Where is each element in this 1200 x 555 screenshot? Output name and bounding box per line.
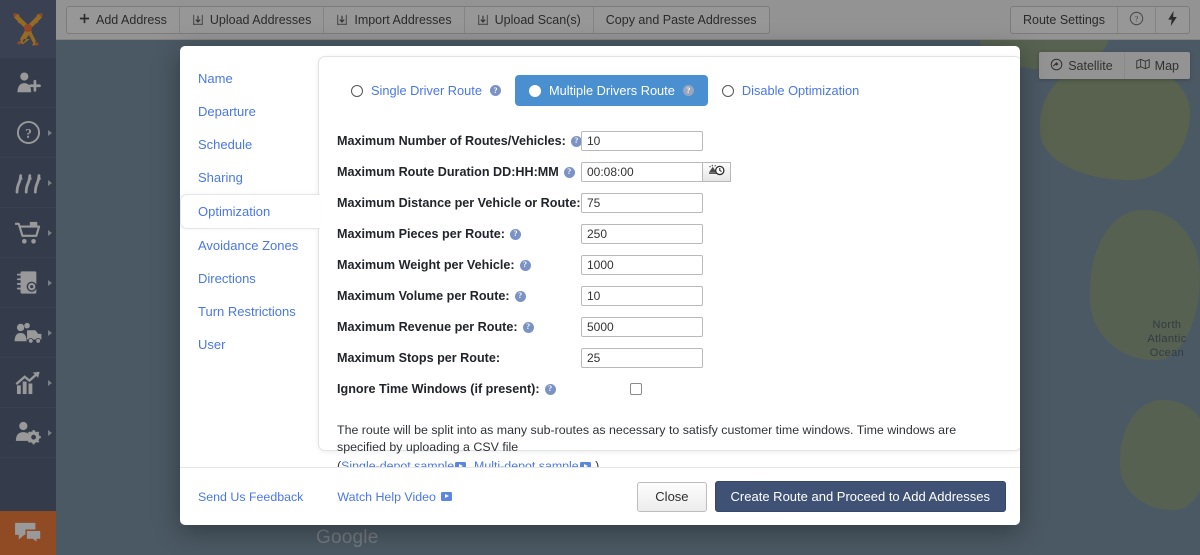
- field-label: Maximum Volume per Route: ?: [337, 289, 581, 303]
- field-row-max-duration: Maximum Route Duration DD:HH:MM ? 00:08:…: [337, 161, 1003, 183]
- help-icon[interactable]: ?: [514, 290, 526, 302]
- max-duration-label: Maximum Route Duration DD:HH:MM: [337, 165, 559, 179]
- max-distance-input[interactable]: 75: [581, 193, 703, 213]
- dialog-side-nav: Name Departure Schedule Sharing Optimiza…: [180, 46, 320, 467]
- sidebar-item-user[interactable]: User: [180, 328, 318, 361]
- max-revenue-input[interactable]: 5000: [581, 317, 703, 337]
- radio-disable-optimization[interactable]: [721, 84, 734, 97]
- sidebar-item-sharing[interactable]: Sharing: [180, 161, 318, 194]
- help-icon[interactable]: ?: [519, 259, 531, 271]
- single-depot-sample-link[interactable]: Single-depot sample: [341, 459, 454, 467]
- max-duration-input[interactable]: 00:08:00: [581, 162, 703, 182]
- max-volume-input[interactable]: 10: [581, 286, 703, 306]
- radio-multiple-drivers[interactable]: [528, 84, 541, 97]
- field-row-max-pieces: Maximum Pieces per Route: ? 250: [337, 223, 1003, 245]
- field-label: Maximum Pieces per Route: ?: [337, 227, 581, 241]
- field-label: Maximum Weight per Vehicle: ?: [337, 258, 581, 272]
- sidebar-item-turn-restrictions[interactable]: Turn Restrictions: [180, 295, 318, 328]
- close-button[interactable]: Close: [637, 481, 707, 512]
- radio-single-driver[interactable]: [351, 84, 363, 97]
- optimization-form: Maximum Number of Routes/Vehicles: ? 10 …: [337, 130, 1003, 400]
- sidebar-item-avoidance-zones[interactable]: Avoidance Zones: [180, 229, 318, 262]
- field-row-max-weight: Maximum Weight per Vehicle: ? 1000: [337, 254, 1003, 276]
- field-label: Maximum Number of Routes/Vehicles: ?: [337, 134, 582, 148]
- note-text: The route will be split into as many sub…: [337, 423, 957, 454]
- dialog-body: Name Departure Schedule Sharing Optimiza…: [180, 46, 1020, 467]
- mode-disable-optimization[interactable]: Disable Optimization: [708, 75, 873, 106]
- field-label: Ignore Time Windows (if present): ?: [337, 382, 581, 396]
- multi-depot-sample-link[interactable]: Multi-depot sample: [474, 459, 579, 467]
- field-row-max-distance: Maximum Distance per Vehicle or Route: ?…: [337, 192, 1003, 214]
- help-icon[interactable]: ?: [489, 85, 501, 96]
- video-icon: [440, 492, 452, 501]
- app-root: North Atlantic Ocean Google Satellite Ma…: [0, 0, 1200, 555]
- duration-control: 00:08:00: [581, 162, 731, 182]
- optimization-mode-group: Single Driver Route ? Multiple Drivers R…: [337, 75, 1003, 106]
- max-weight-label: Maximum Weight per Vehicle:: [337, 258, 515, 272]
- note-links: (Single-depot sample, Multi-depot sample…: [337, 458, 997, 467]
- clock-picker-button[interactable]: [703, 162, 731, 182]
- sidebar-item-name[interactable]: Name: [180, 62, 318, 95]
- mode-multiple-drivers-route[interactable]: Multiple Drivers Route ?: [514, 75, 708, 106]
- max-routes-label: Maximum Number of Routes/Vehicles:: [337, 134, 566, 148]
- note-comma: ,: [467, 459, 471, 467]
- help-icon[interactable]: ?: [563, 166, 575, 178]
- field-row-ignore-time-windows: Ignore Time Windows (if present): ?: [337, 378, 1003, 400]
- max-routes-input[interactable]: 10: [581, 131, 703, 151]
- max-pieces-input[interactable]: 250: [581, 224, 703, 244]
- clock-picker-icon: [708, 163, 725, 182]
- dialog-footer: Send Us Feedback Watch Help Video Close …: [180, 467, 1020, 525]
- create-route-button[interactable]: Create Route and Proceed to Add Addresse…: [714, 481, 1006, 512]
- max-distance-label: Maximum Distance per Vehicle or Route:: [337, 196, 581, 210]
- max-stops-label: Maximum Stops per Route:: [337, 351, 501, 365]
- field-row-max-stops: Maximum Stops per Route: 25: [337, 347, 1003, 369]
- mode-single-driver-route[interactable]: Single Driver Route ?: [337, 75, 515, 106]
- help-icon[interactable]: ?: [682, 85, 694, 96]
- help-icon[interactable]: ?: [544, 383, 556, 395]
- video-icon[interactable]: [455, 462, 467, 467]
- sidebar-item-schedule[interactable]: Schedule: [180, 128, 318, 161]
- max-stops-input[interactable]: 25: [581, 348, 703, 368]
- ignore-time-windows-checkbox[interactable]: [630, 383, 642, 395]
- watch-help-video-label: Watch Help Video: [337, 489, 436, 504]
- max-volume-label: Maximum Volume per Route:: [337, 289, 510, 303]
- help-icon[interactable]: ?: [522, 321, 534, 333]
- route-settings-dialog: Name Departure Schedule Sharing Optimiza…: [180, 46, 1020, 525]
- time-windows-note: The route will be split into as many sub…: [337, 422, 997, 467]
- field-label: Maximum Revenue per Route: ?: [337, 320, 581, 334]
- max-revenue-label: Maximum Revenue per Route:: [337, 320, 518, 334]
- footer-links: Send Us Feedback Watch Help Video: [198, 490, 453, 504]
- mode-multiple-drivers-label: Multiple Drivers Route: [548, 83, 675, 98]
- sidebar-item-directions[interactable]: Directions: [180, 262, 318, 295]
- max-weight-input[interactable]: 1000: [581, 255, 703, 275]
- field-row-max-routes: Maximum Number of Routes/Vehicles: ? 10: [337, 130, 1003, 152]
- mode-single-driver-label: Single Driver Route: [371, 83, 482, 98]
- video-icon[interactable]: [579, 462, 591, 467]
- field-row-max-revenue: Maximum Revenue per Route: ? 5000: [337, 316, 1003, 338]
- field-label: Maximum Stops per Route:: [337, 351, 581, 365]
- sidebar-item-optimization[interactable]: Optimization: [180, 194, 320, 229]
- max-pieces-label: Maximum Pieces per Route:: [337, 227, 505, 241]
- ignore-time-windows-label: Ignore Time Windows (if present):: [337, 382, 540, 396]
- help-icon[interactable]: ?: [509, 228, 521, 240]
- optimization-panel: Single Driver Route ? Multiple Drivers R…: [318, 56, 1020, 467]
- sidebar-item-departure[interactable]: Departure: [180, 95, 318, 128]
- field-label: Maximum Route Duration DD:HH:MM ?: [337, 165, 581, 179]
- footer-actions: Close Create Route and Proceed to Add Ad…: [637, 481, 1006, 512]
- field-row-max-volume: Maximum Volume per Route: ? 10: [337, 285, 1003, 307]
- field-label: Maximum Distance per Vehicle or Route: ?: [337, 196, 597, 210]
- mode-disable-optimization-label: Disable Optimization: [741, 83, 860, 98]
- note-close-paren: ): [595, 459, 600, 467]
- send-feedback-link[interactable]: Send Us Feedback: [198, 490, 303, 504]
- watch-help-video-link[interactable]: Watch Help Video: [337, 490, 453, 504]
